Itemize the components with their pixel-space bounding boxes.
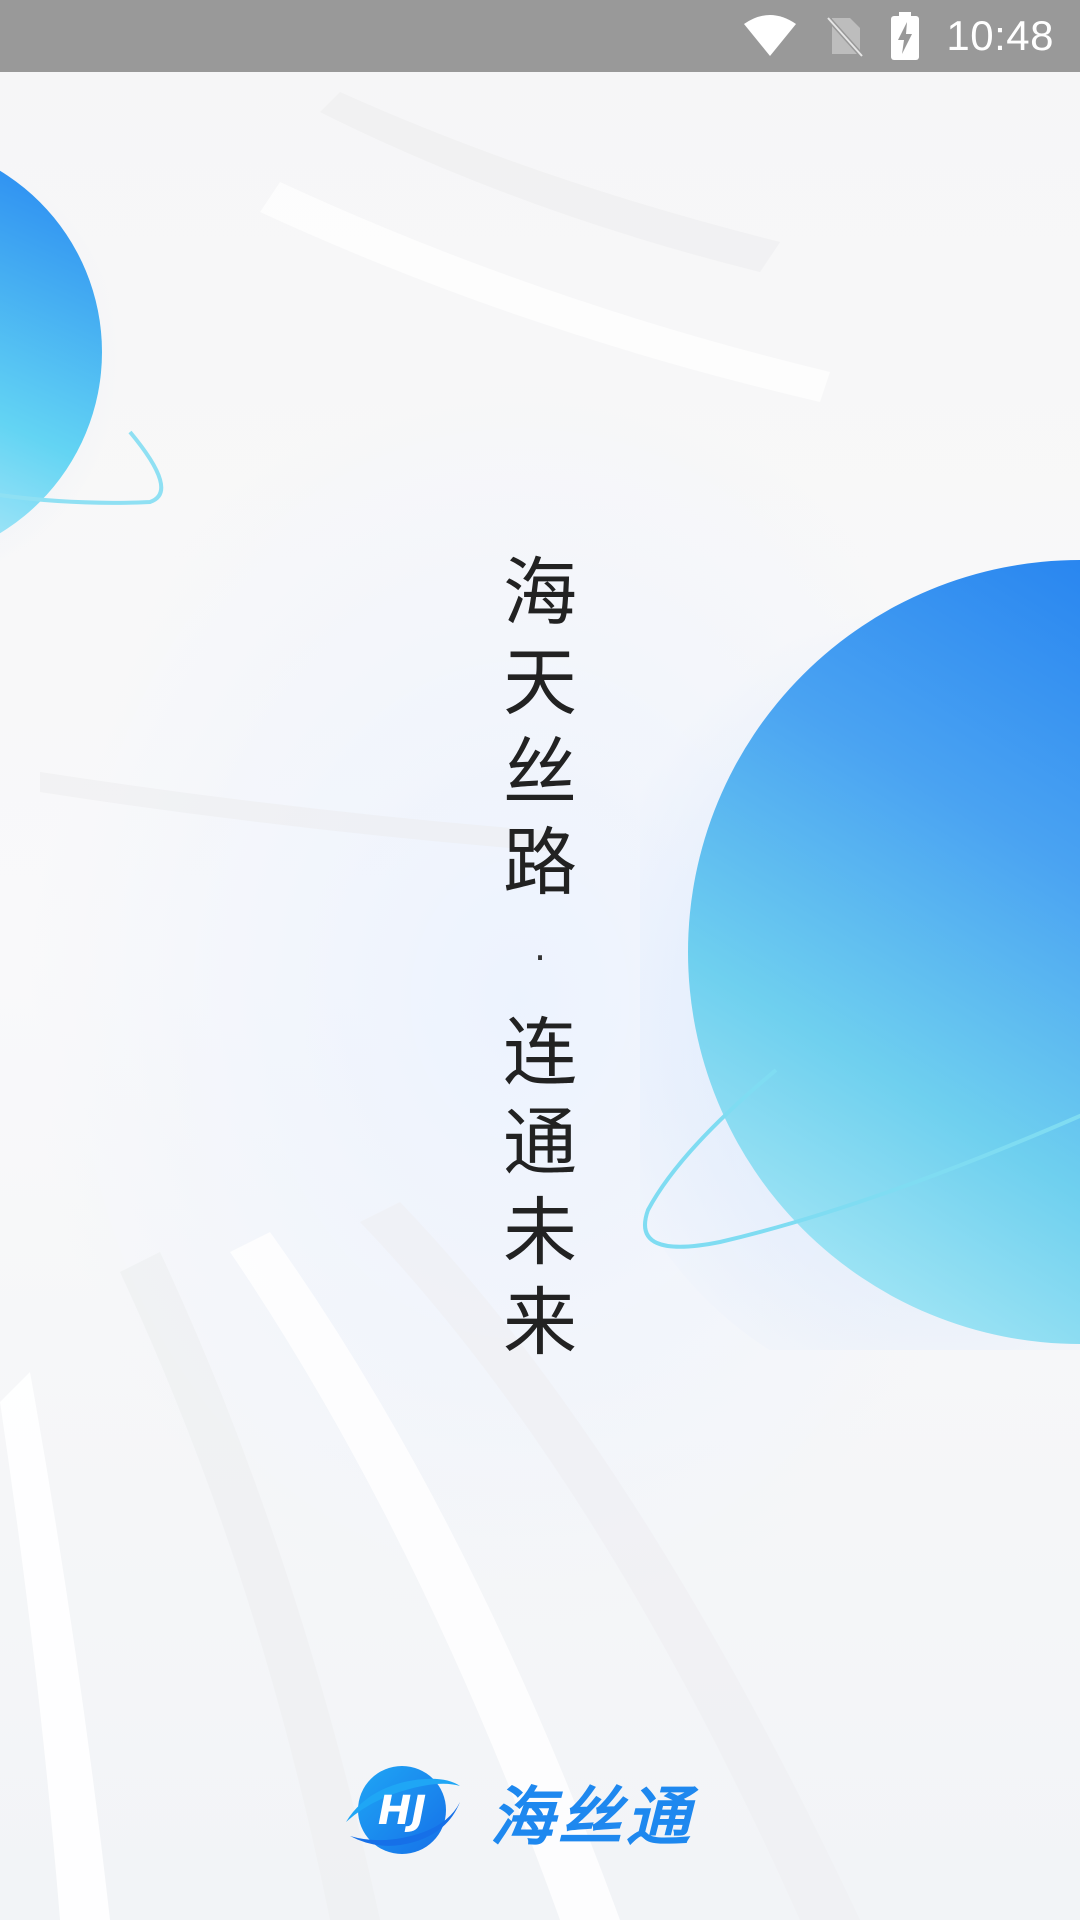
wifi-icon	[742, 14, 798, 58]
status-bar: 10:48	[0, 0, 1080, 72]
slogan-char: 天	[503, 640, 577, 726]
slogan-vertical: 海 天 丝 路 · 连 通 未 来	[490, 548, 590, 1368]
svg-text:HJ: HJ	[378, 1788, 426, 1834]
clock-time: 10:48	[946, 12, 1054, 59]
slogan-char: 海	[503, 550, 577, 636]
battery-charging-icon	[890, 12, 920, 60]
slogan-char: 未	[503, 1190, 577, 1276]
slogan-char: 通	[503, 1100, 577, 1186]
slogan-char: 连	[503, 1010, 577, 1096]
brand-logo: HJ 海丝通	[344, 1762, 694, 1862]
no-sim-icon	[824, 14, 865, 58]
planet-left-decoration	[0, 160, 164, 564]
slogan-char: 来	[503, 1280, 577, 1366]
hst-logo-icon: HJ	[344, 1762, 462, 1862]
planet-right-decoration	[640, 560, 1080, 1350]
slogan-char: 丝	[503, 730, 577, 816]
slogan-separator: ·	[533, 936, 547, 980]
splash-screen: 10:48 海 天 丝 路 · 连 通 未 来 HJ 海丝通	[0, 0, 1080, 1920]
brand-name: 海丝通	[490, 1781, 694, 1855]
slogan-char: 路	[503, 820, 577, 906]
